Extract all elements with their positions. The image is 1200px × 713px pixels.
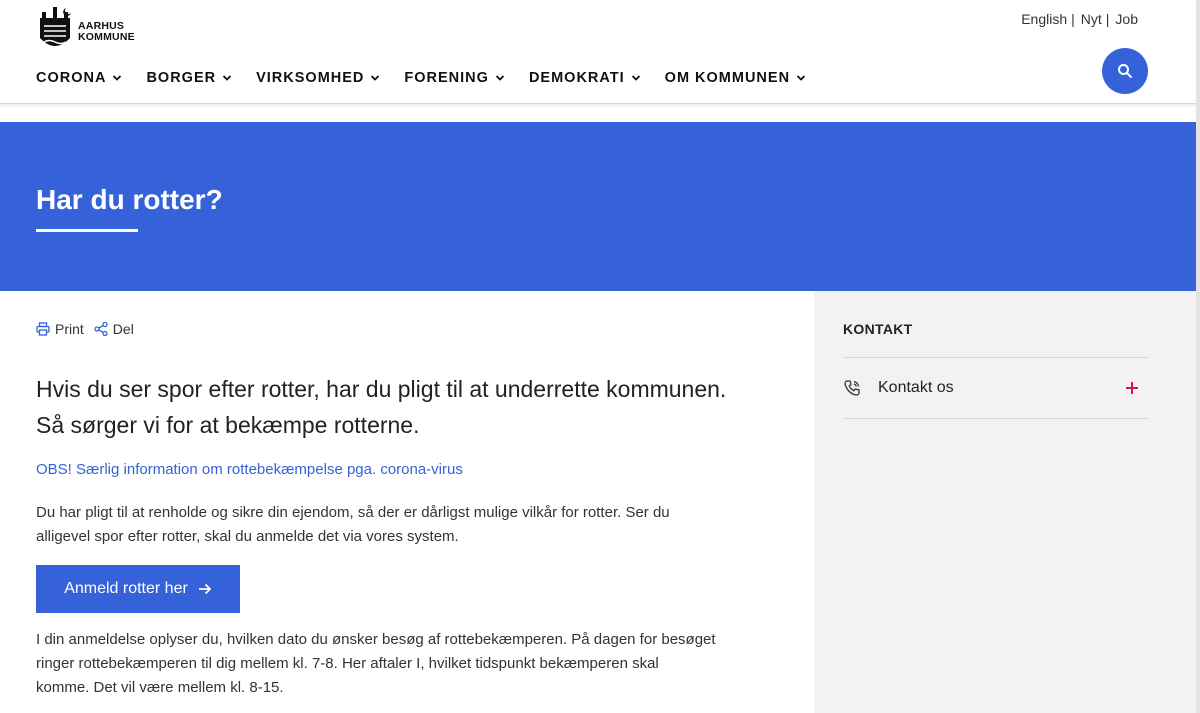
lead-paragraph: Hvis du ser spor efter rotter, har du pl… <box>36 376 727 438</box>
report-rats-button[interactable]: Anmeld rotter her <box>36 565 240 613</box>
nav-item-label: DEMOKRATI <box>528 70 625 86</box>
printer-icon <box>36 322 50 336</box>
english-link[interactable]: English <box>1021 11 1067 27</box>
chevron-down-icon <box>631 75 640 81</box>
chevron-down-icon <box>796 75 806 81</box>
site-header: AARHUS KOMMUNE English | Nyt | Job CORON… <box>0 0 1200 104</box>
nyt-link[interactable]: Nyt <box>1081 11 1102 27</box>
corona-notice-link[interactable]: OBS! Særlig information om rottebekæmpel… <box>36 461 463 478</box>
header-spacer <box>0 104 1200 122</box>
aarhus-logo[interactable]: AARHUS KOMMUNE <box>36 4 135 60</box>
utility-links: English | Nyt | Job <box>1021 11 1138 27</box>
chevron-down-icon <box>113 75 122 81</box>
nav-item-label: BORGER <box>146 70 217 86</box>
nav-item-label: VIRKSOMHED <box>256 70 365 86</box>
nav-item-corona[interactable]: CORONA <box>36 70 122 86</box>
report-rats-label: Anmeld rotter her <box>64 580 188 597</box>
nav-item-label: FORENING <box>404 70 489 86</box>
print-button[interactable]: Print <box>36 321 84 337</box>
page-tools: Print Del <box>36 321 144 337</box>
chevron-down-icon <box>222 75 232 81</box>
main-content: Print Del Hvis du ser spor efter rotter,… <box>0 291 814 713</box>
nav-item-om-kommunen[interactable]: OM KOMMUNEN <box>665 70 806 86</box>
share-button[interactable]: Del <box>94 321 134 337</box>
hero-banner: Har du rotter? <box>0 122 1196 291</box>
body-paragraph: I din anmeldelse oplyser du, hvilken dat… <box>36 631 716 696</box>
main-nav: CORONA BORGER VIRKSOMHED FORENING DEMOKR… <box>36 70 830 86</box>
contact-heading: KONTAKT <box>843 321 913 337</box>
logo-text-line2: KOMMUNE <box>78 31 135 43</box>
share-icon <box>94 322 108 336</box>
nav-item-virksomhed[interactable]: VIRKSOMHED <box>256 70 380 86</box>
city-seal-icon <box>40 7 71 46</box>
chevron-down-icon <box>495 75 505 81</box>
search-button[interactable] <box>1102 48 1148 94</box>
plus-icon[interactable] <box>1125 381 1139 395</box>
scrollbar-track[interactable] <box>1196 0 1200 713</box>
nav-item-label: CORONA <box>36 70 107 86</box>
utility-separator: | <box>1105 11 1110 27</box>
nav-item-forening[interactable]: FORENING <box>404 70 505 86</box>
divider <box>843 418 1149 419</box>
phone-icon <box>844 380 860 396</box>
title-underline <box>36 229 138 232</box>
job-link[interactable]: Job <box>1115 11 1138 27</box>
nav-item-borger[interactable]: BORGER <box>146 70 232 86</box>
contact-accordion[interactable]: Kontakt os <box>843 358 1149 418</box>
print-label: Print <box>55 321 84 337</box>
search-icon <box>1118 64 1132 78</box>
contact-label: Kontakt os <box>878 379 954 396</box>
arrow-right-icon <box>198 583 212 595</box>
nav-item-label: OM KOMMUNEN <box>664 70 791 86</box>
utility-separator: | <box>1071 11 1075 27</box>
body-paragraph: Du har pligt til at renholde og sikre di… <box>36 504 670 545</box>
page-title: Har du rotter? <box>36 184 223 215</box>
nav-item-demokrati[interactable]: DEMOKRATI <box>529 70 641 86</box>
contact-sidebar: KONTAKT Kontakt os <box>814 291 1196 713</box>
share-label: Del <box>112 321 134 337</box>
chevron-down-icon <box>371 75 380 81</box>
